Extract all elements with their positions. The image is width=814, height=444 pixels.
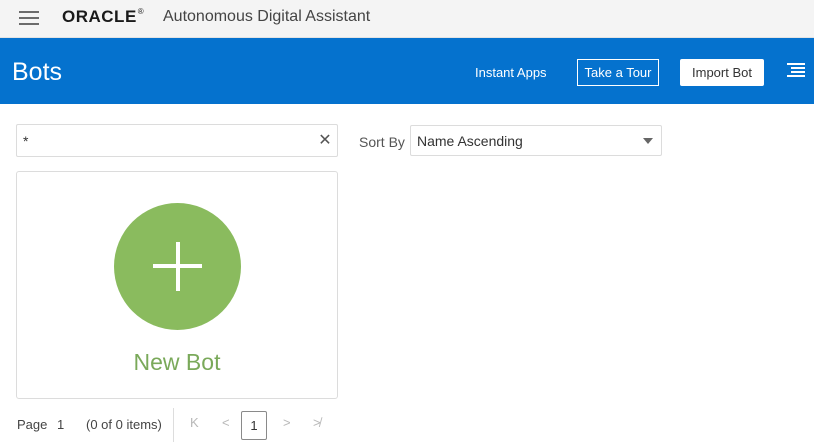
next-page-icon[interactable]: > <box>283 415 291 430</box>
new-bot-label: New Bot <box>133 349 221 375</box>
instant-apps-link[interactable]: Instant Apps <box>475 65 547 80</box>
last-page-icon[interactable]: ≯ <box>313 415 321 430</box>
plus-icon <box>114 203 241 330</box>
page-header: Bots Instant Apps Take a Tour Import Bot <box>0 38 814 104</box>
filter-input[interactable] <box>23 129 313 153</box>
take-a-tour-button[interactable]: Take a Tour <box>577 59 659 86</box>
import-bot-button[interactable]: Import Bot <box>680 59 764 86</box>
pager-items-count: (0 of 0 items) <box>86 417 162 432</box>
first-page-icon[interactable]: K <box>190 415 199 430</box>
clear-icon[interactable]: ✕ <box>318 132 332 150</box>
list-view-menu-icon[interactable] <box>787 63 805 77</box>
app-title: Autonomous Digital Assistant <box>163 8 371 25</box>
top-bar: ORACLE® Autonomous Digital Assistant <box>0 0 814 38</box>
hamburger-menu-icon[interactable] <box>19 11 39 25</box>
oracle-logo: ORACLE® <box>62 7 145 26</box>
filter-box: ✕ <box>16 124 338 157</box>
pager-page-label: Page <box>17 417 48 432</box>
new-bot-card[interactable]: New Bot <box>16 171 338 399</box>
caret-down-icon <box>643 138 653 144</box>
sort-by-select[interactable]: Name Ascending <box>410 125 662 156</box>
pager-divider <box>173 408 174 442</box>
pager-page-number: 1 <box>57 417 65 432</box>
sort-by-label: Sort By <box>359 134 405 150</box>
page-title: Bots <box>12 58 63 86</box>
sort-selected-value: Name Ascending <box>417 133 523 149</box>
previous-page-icon[interactable]: < <box>222 415 230 430</box>
current-page-button[interactable]: 1 <box>241 411 267 440</box>
